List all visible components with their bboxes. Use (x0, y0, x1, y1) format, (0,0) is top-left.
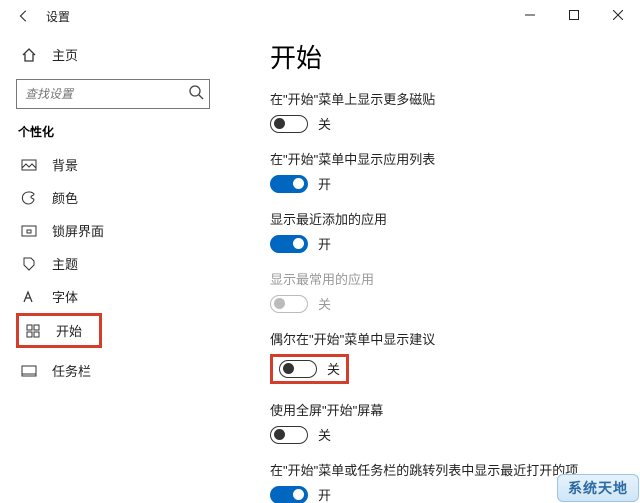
sidebar-item-label: 字体 (52, 287, 78, 306)
toggle-recent-apps[interactable] (270, 235, 308, 253)
sidebar-item-label: 颜色 (52, 188, 78, 207)
setting-label: 使用全屏"开始"屏幕 (270, 400, 620, 419)
sidebar-item-start[interactable]: 开始 (22, 318, 96, 343)
setting-label: 偶尔在"开始"菜单中显示建议 (270, 329, 620, 348)
setting-more-tiles: 在"开始"菜单上显示更多磁贴 关 (270, 89, 620, 133)
setting-label: 在"开始"菜单中显示应用列表 (270, 149, 620, 168)
sidebar-item-background[interactable]: 背景 (16, 148, 220, 181)
home-icon (20, 46, 38, 64)
lockscreen-icon (20, 222, 38, 240)
sidebar-item-label: 主页 (52, 45, 78, 64)
main-content: 开始 在"开始"菜单上显示更多磁贴 关 在"开始"菜单中显示应用列表 开 显示最… (220, 32, 640, 503)
toggle-suggestions[interactable] (279, 360, 317, 378)
toggle-state: 关 (318, 425, 331, 444)
sidebar-item-label: 主题 (52, 254, 78, 273)
window-controls (508, 0, 640, 30)
setting-label: 显示最近添加的应用 (270, 209, 620, 228)
toggle-more-tiles[interactable] (270, 115, 308, 133)
titlebar: 设置 (0, 0, 640, 32)
setting-label: 显示最常用的应用 (270, 269, 620, 288)
toggle-state: 开 (318, 174, 331, 193)
setting-most-used: 显示最常用的应用 关 (270, 269, 620, 313)
setting-app-list: 在"开始"菜单中显示应用列表 开 (270, 149, 620, 193)
back-button[interactable] (12, 4, 36, 28)
sidebar-item-colors[interactable]: 颜色 (16, 181, 220, 214)
sidebar-item-fonts[interactable]: 字体 (16, 280, 220, 313)
sidebar-item-themes[interactable]: 主题 (16, 247, 220, 280)
sidebar: 主页 个性化 背景 颜色 锁屏界面 主题 字体 (0, 32, 220, 503)
sidebar-item-label: 任务栏 (52, 361, 91, 380)
toggle-jumplist[interactable] (270, 486, 308, 503)
toggle-state: 开 (318, 485, 331, 503)
sidebar-item-label: 开始 (56, 321, 82, 340)
sidebar-item-label: 锁屏界面 (52, 221, 104, 240)
toggle-state: 关 (318, 294, 331, 313)
setting-recent-apps: 显示最近添加的应用 开 (270, 209, 620, 253)
setting-label: 在"开始"菜单上显示更多磁贴 (270, 89, 620, 108)
setting-fullscreen: 使用全屏"开始"屏幕 关 (270, 400, 620, 444)
window-title: 设置 (46, 8, 70, 25)
sidebar-item-start-highlight: 开始 (16, 313, 102, 348)
palette-icon (20, 189, 38, 207)
toggle-highlight: 关 (270, 354, 349, 384)
start-icon (24, 322, 42, 340)
sidebar-section-title: 个性化 (18, 123, 220, 140)
picture-icon (20, 156, 38, 174)
search-input[interactable] (16, 79, 210, 109)
sidebar-item-label: 背景 (52, 155, 78, 174)
sidebar-item-taskbar[interactable]: 任务栏 (16, 354, 220, 387)
toggle-most-used (270, 295, 308, 313)
sidebar-item-lockscreen[interactable]: 锁屏界面 (16, 214, 220, 247)
setting-suggestions: 偶尔在"开始"菜单中显示建议 关 (270, 329, 620, 384)
toggle-fullscreen[interactable] (270, 426, 308, 444)
toggle-app-list[interactable] (270, 175, 308, 193)
theme-icon (20, 255, 38, 273)
sidebar-item-home[interactable]: 主页 (16, 38, 220, 71)
font-icon (20, 288, 38, 306)
maximize-button[interactable] (552, 0, 596, 30)
toggle-state: 开 (318, 234, 331, 253)
watermark: 系统天地 (557, 474, 639, 502)
minimize-button[interactable] (508, 0, 552, 30)
toggle-state: 关 (327, 359, 340, 378)
close-button[interactable] (596, 0, 640, 30)
page-title: 开始 (270, 38, 620, 75)
toggle-state: 关 (318, 114, 331, 133)
search-icon (188, 84, 204, 105)
taskbar-icon (20, 362, 38, 380)
search-container (16, 79, 210, 109)
